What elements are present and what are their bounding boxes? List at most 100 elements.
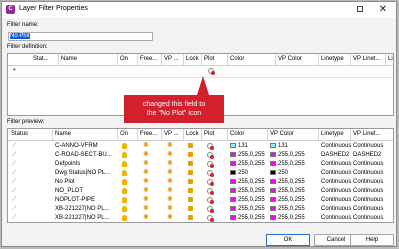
linetype-cell[interactable]: Continuous	[321, 188, 351, 194]
vp-linetype-cell[interactable]: Continuous	[353, 143, 383, 149]
column-header[interactable]: VP ...	[164, 131, 179, 137]
preview-row[interactable]: ⟋ No Plot ✺ ✺ 255,0,255 255,0,255 Continuous Co…	[8, 178, 393, 187]
linetype-cell[interactable]: Continuous	[321, 161, 351, 167]
column-header[interactable]: Free...	[140, 131, 157, 137]
plot-filter-cell[interactable]	[208, 68, 215, 76]
thaw-sun-icon[interactable]: ✺	[143, 205, 149, 212]
lock-icon[interactable]	[188, 206, 193, 213]
column-header[interactable]: VP ...	[164, 56, 179, 62]
lock-icon[interactable]	[188, 152, 193, 159]
color-cell[interactable]: 255,0,255	[230, 197, 265, 203]
linetype-cell[interactable]: Continuous	[321, 170, 351, 176]
column-header[interactable]: Plot	[204, 131, 214, 137]
on-bulb-icon[interactable]	[122, 143, 127, 151]
vp-color-cell[interactable]: 255,0,255	[270, 188, 305, 194]
column-header[interactable]: Linetype	[321, 56, 344, 62]
preview-row[interactable]: ⟋ XB-221227|NO PL... ✺ ✺ 255,0,255 255,0,255 C…	[8, 205, 393, 214]
color-cell[interactable]: 255,0,255	[230, 206, 265, 212]
column-header[interactable]: VP Color	[270, 131, 294, 137]
color-cell[interactable]: 255,0,255	[230, 152, 265, 158]
no-plot-icon[interactable]	[207, 206, 214, 214]
column-header[interactable]: VP Linet...	[353, 131, 381, 137]
column-header[interactable]: Linetype	[321, 131, 344, 137]
thaw-sun-icon[interactable]: ✺	[143, 151, 149, 158]
vp-freeze-icon[interactable]: ✺	[167, 142, 173, 149]
color-cell[interactable]: 131	[230, 143, 248, 149]
vp-color-cell[interactable]: 250	[270, 170, 288, 176]
linetype-cell[interactable]: Continuous	[321, 206, 351, 212]
vp-color-cell[interactable]: 255,0,255	[270, 215, 305, 221]
vp-color-cell[interactable]: 255,0,255	[270, 152, 305, 158]
linetype-cell[interactable]: DASHED2	[321, 152, 349, 158]
on-bulb-icon[interactable]	[122, 152, 127, 160]
vp-color-cell[interactable]: 255,0,255	[270, 161, 305, 167]
vp-freeze-icon[interactable]: ✺	[167, 151, 173, 158]
ok-button[interactable]: OK	[266, 234, 310, 246]
lock-icon[interactable]	[188, 179, 193, 186]
filter-name-input[interactable]: No Plot	[8, 32, 153, 41]
on-bulb-icon[interactable]	[122, 206, 127, 214]
column-header[interactable]: Status	[11, 131, 28, 137]
preview-row[interactable]: ⟋ XB-221227|NO PL... ✺ ✺ 255,0,255 255,0,255 C…	[8, 214, 393, 222]
no-plot-icon[interactable]	[207, 161, 214, 169]
column-header[interactable]: Color	[230, 131, 244, 137]
no-plot-icon[interactable]	[207, 197, 214, 205]
color-cell[interactable]: 255,0,255	[230, 215, 265, 221]
preview-row[interactable]: ⟋ Dwg Status|NO PL... ✺ ✺ 250 250 Continuous Co…	[8, 169, 393, 178]
column-header[interactable]: VP Linet...	[353, 56, 381, 62]
vp-freeze-icon[interactable]: ✺	[167, 187, 173, 194]
linetype-cell[interactable]: Continuous	[321, 143, 351, 149]
linetype-cell[interactable]: Continuous	[321, 215, 351, 221]
vp-linetype-cell[interactable]: Continuous	[353, 197, 383, 203]
vp-color-cell[interactable]: 255,0,255	[270, 179, 305, 185]
column-header[interactable]: On	[120, 56, 128, 62]
no-plot-icon[interactable]	[207, 152, 214, 160]
lock-icon[interactable]	[188, 215, 193, 222]
no-plot-icon[interactable]	[207, 188, 214, 196]
lock-icon[interactable]	[188, 143, 193, 150]
on-bulb-icon[interactable]	[122, 197, 127, 205]
vp-color-cell[interactable]: 255,0,255	[270, 206, 305, 212]
on-bulb-icon[interactable]	[122, 161, 127, 169]
vp-freeze-icon[interactable]: ✺	[167, 178, 173, 185]
column-header[interactable]: Plot	[204, 56, 214, 62]
column-header[interactable]: Lin	[388, 56, 393, 62]
lock-icon[interactable]	[188, 197, 193, 204]
thaw-sun-icon[interactable]: ✺	[143, 196, 149, 203]
column-header[interactable]: Lock	[186, 131, 199, 137]
preview-row[interactable]: ⟋ NO_PLOT ✺ ✺ 255,0,255 255,0,255 Continuous Co…	[8, 187, 393, 196]
vp-linetype-cell[interactable]: Continuous	[353, 206, 383, 212]
column-header[interactable]: Lock	[186, 56, 199, 62]
thaw-sun-icon[interactable]: ✺	[143, 187, 149, 194]
linetype-cell[interactable]: Continuous	[321, 179, 351, 185]
vp-freeze-icon[interactable]: ✺	[167, 196, 173, 203]
vp-freeze-icon[interactable]: ✺	[167, 214, 173, 221]
on-bulb-icon[interactable]	[122, 188, 127, 196]
preview-row[interactable]: ⟋ NOPLOT-PIPE ✺ ✺ 255,0,255 255,0,255 Continuo…	[8, 196, 393, 205]
column-header[interactable]: VP Color	[278, 56, 302, 62]
thaw-sun-icon[interactable]: ✺	[143, 214, 149, 221]
vp-freeze-icon[interactable]: ✺	[167, 160, 173, 167]
thaw-sun-icon[interactable]: ✺	[143, 160, 149, 167]
vp-linetype-cell[interactable]: Continuous	[353, 161, 383, 167]
vp-freeze-icon[interactable]: ✺	[167, 205, 173, 212]
column-header[interactable]: Free...	[140, 56, 157, 62]
column-header[interactable]: Stat...	[33, 56, 49, 62]
lock-icon[interactable]	[188, 170, 193, 177]
on-bulb-icon[interactable]	[122, 170, 127, 178]
on-bulb-icon[interactable]	[122, 179, 127, 187]
no-plot-icon[interactable]	[207, 179, 214, 187]
column-header[interactable]: Name	[61, 56, 77, 62]
vp-color-cell[interactable]: 255,0,255	[270, 197, 305, 203]
column-header[interactable]: Name	[55, 131, 71, 137]
filter-preview-grid[interactable]: Status Name On Free... VP ... Lock Plot Color VP…	[7, 128, 394, 223]
no-plot-icon[interactable]	[207, 215, 214, 222]
column-header[interactable]: Color	[230, 56, 244, 62]
thaw-sun-icon[interactable]: ✺	[143, 169, 149, 176]
vp-color-cell[interactable]: 131	[270, 143, 288, 149]
vp-linetype-cell[interactable]: Continuous	[353, 179, 383, 185]
column-header[interactable]: On	[120, 131, 128, 137]
vp-linetype-cell[interactable]: Continuous	[353, 215, 383, 221]
color-cell[interactable]: 250	[230, 170, 248, 176]
color-cell[interactable]: 255,0,255	[230, 161, 265, 167]
